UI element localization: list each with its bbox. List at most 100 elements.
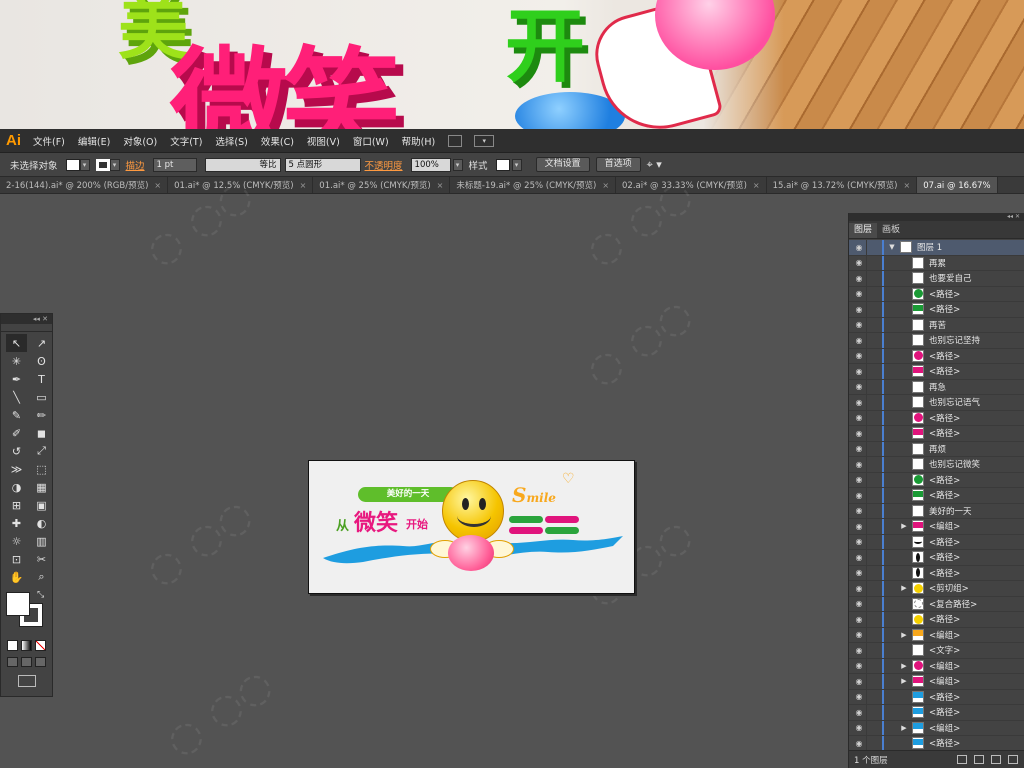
stroke-label[interactable]: 描边 xyxy=(126,158,145,172)
lock-toggle[interactable] xyxy=(866,317,880,332)
none-mode-icon[interactable] xyxy=(35,640,46,651)
lock-toggle[interactable] xyxy=(866,302,880,317)
variable-width-profile[interactable]: 等比 xyxy=(204,157,281,172)
close-icon[interactable]: × xyxy=(437,178,444,194)
stroke-weight-field[interactable]: 1 pt xyxy=(152,157,197,172)
pen-icon[interactable]: ✒ xyxy=(6,370,27,388)
menu-select[interactable]: 选择(S) xyxy=(215,134,247,148)
visibility-eye-icon[interactable]: ◉ xyxy=(852,258,866,267)
close-icon[interactable]: × xyxy=(904,178,911,194)
zoom-icon[interactable]: ⌕ xyxy=(31,568,52,586)
doc-tab[interactable]: 15.ai* @ 13.72% (CMYK/预览) × xyxy=(767,177,918,194)
lock-toggle[interactable] xyxy=(866,333,880,348)
lasso-icon[interactable]: ʘ xyxy=(31,352,52,370)
layer-row[interactable]: ◉ <路径> xyxy=(849,364,1024,380)
layer-row[interactable]: ◉ ▶ <编组> xyxy=(849,658,1024,674)
layer-row[interactable]: ◉ 也别忘记微笑 xyxy=(849,457,1024,473)
menu-effect[interactable]: 效果(C) xyxy=(261,134,294,148)
eyedropper-icon[interactable]: ✚ xyxy=(6,514,27,532)
mesh-icon[interactable]: ⊞ xyxy=(6,496,27,514)
lock-toggle[interactable] xyxy=(866,736,880,751)
lock-toggle[interactable] xyxy=(866,627,880,642)
visibility-eye-icon[interactable]: ◉ xyxy=(852,568,866,577)
layer-row[interactable]: ◉ ▶ <编组> xyxy=(849,627,1024,643)
width-icon[interactable]: ≫ xyxy=(6,460,27,478)
visibility-eye-icon[interactable]: ◉ xyxy=(852,553,866,562)
layer-row[interactable]: ◉ <路径> xyxy=(849,302,1024,318)
lock-toggle[interactable] xyxy=(866,565,880,580)
menu-window[interactable]: 窗口(W) xyxy=(353,134,389,148)
layer-row[interactable]: ◉ <路径> xyxy=(849,705,1024,721)
lock-toggle[interactable] xyxy=(866,658,880,673)
magic-wand-icon[interactable]: ✳ xyxy=(6,352,27,370)
perspective-icon[interactable]: ▦ xyxy=(31,478,52,496)
blend-icon[interactable]: ◐ xyxy=(31,514,52,532)
lock-toggle[interactable] xyxy=(866,379,880,394)
visibility-eye-icon[interactable]: ◉ xyxy=(852,646,866,655)
preferences-button[interactable]: 首选项 xyxy=(595,157,641,172)
graph-icon[interactable]: ▥ xyxy=(31,532,52,550)
stroke-swatch[interactable] xyxy=(95,158,110,171)
tools-collapse-icon[interactable]: ◂◂ ✕ xyxy=(1,314,52,324)
lock-toggle[interactable] xyxy=(866,426,880,441)
chevron-down-icon[interactable]: ▼ xyxy=(884,243,900,251)
visibility-eye-icon[interactable]: ◉ xyxy=(852,615,866,624)
lock-toggle[interactable] xyxy=(866,364,880,379)
visibility-eye-icon[interactable]: ◉ xyxy=(852,444,866,453)
chevron-right-icon[interactable]: ▶ xyxy=(896,522,912,530)
paintbrush-icon[interactable]: ✎ xyxy=(6,406,27,424)
draw-inside-icon[interactable] xyxy=(35,657,46,667)
lock-toggle[interactable] xyxy=(866,286,880,301)
tools-grip[interactable] xyxy=(1,324,52,332)
close-icon[interactable]: × xyxy=(300,178,307,194)
opacity-label[interactable]: 不透明度 xyxy=(365,158,403,172)
swap-fill-stroke-icon[interactable]: ⤡ xyxy=(37,590,44,600)
fill-swatch[interactable] xyxy=(65,158,80,171)
doc-tab-active[interactable]: 07.ai @ 16.67% xyxy=(917,177,998,193)
layer-row[interactable]: ◉ 美好的一天 xyxy=(849,503,1024,519)
visibility-eye-icon[interactable]: ◉ xyxy=(852,506,866,515)
hand-icon[interactable]: ✋ xyxy=(6,568,27,586)
shape-builder-icon[interactable]: ◑ xyxy=(6,478,27,496)
lock-toggle[interactable] xyxy=(866,255,880,270)
visibility-eye-icon[interactable]: ◉ xyxy=(852,599,866,608)
lock-toggle[interactable] xyxy=(866,705,880,720)
lock-toggle[interactable] xyxy=(866,441,880,456)
lock-toggle[interactable] xyxy=(866,674,880,689)
close-icon[interactable]: × xyxy=(154,178,161,194)
fill-dropdown-icon[interactable]: ▾ xyxy=(79,158,90,171)
layer-row[interactable]: ◉ <路径> xyxy=(849,488,1024,504)
layer-row[interactable]: ◉ ▶ <编组> xyxy=(849,519,1024,535)
lock-toggle[interactable] xyxy=(866,596,880,611)
visibility-eye-icon[interactable]: ◉ xyxy=(852,692,866,701)
gradient-icon[interactable]: ▣ xyxy=(31,496,52,514)
visibility-eye-icon[interactable]: ◉ xyxy=(852,274,866,283)
layer-row[interactable]: ◉ 也别忘记语气 xyxy=(849,395,1024,411)
layer-row[interactable]: ◉ 再苦 xyxy=(849,317,1024,333)
brush-definition[interactable]: 5 点圆形 xyxy=(284,157,361,172)
color-mode-icon[interactable] xyxy=(7,640,18,651)
layer-row[interactable]: ◉ 再急 xyxy=(849,379,1024,395)
style-swatch[interactable] xyxy=(495,158,510,171)
menu-file[interactable]: 文件(F) xyxy=(33,134,65,148)
visibility-eye-icon[interactable]: ◉ xyxy=(852,351,866,360)
layer-row[interactable]: ◉ 也别忘记坚持 xyxy=(849,333,1024,349)
layer-row[interactable]: ◉ <路径> xyxy=(849,612,1024,628)
slice-icon[interactable]: ✂ xyxy=(31,550,52,568)
layer-row[interactable]: ◉ <路径> xyxy=(849,689,1024,705)
layer-row-parent[interactable]: ◉ ▼ 图层 1 xyxy=(849,240,1024,256)
document-setup-button[interactable]: 文档设置 xyxy=(535,157,590,172)
menu-view[interactable]: 视图(V) xyxy=(307,134,340,148)
chevron-right-icon[interactable]: ▶ xyxy=(896,584,912,592)
artboard[interactable]: 美好的一天 从 微笑 开始 Smile ♡ xyxy=(308,460,635,594)
lock-toggle[interactable] xyxy=(866,472,880,487)
visibility-eye-icon[interactable]: ◉ xyxy=(852,289,866,298)
doc-tab[interactable]: 02.ai* @ 33.33% (CMYK/预览) × xyxy=(616,177,767,193)
lock-toggle[interactable] xyxy=(866,643,880,658)
new-sublayer-icon[interactable] xyxy=(974,755,984,764)
layer-row[interactable]: ◉ ▶ <编组> xyxy=(849,674,1024,690)
visibility-eye-icon[interactable]: ◉ xyxy=(852,336,866,345)
menu-edit[interactable]: 编辑(E) xyxy=(78,134,110,148)
visibility-eye-icon[interactable]: ◉ xyxy=(852,320,866,329)
new-layer-icon[interactable] xyxy=(991,755,1001,764)
